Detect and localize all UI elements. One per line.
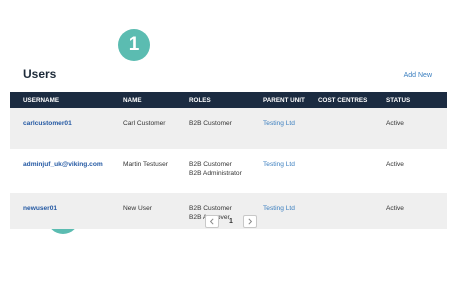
column-header-username: USERNAME xyxy=(10,92,123,108)
parent-unit-link[interactable]: Testing Ltd xyxy=(263,120,295,127)
cost-centres xyxy=(318,149,386,193)
role-label: B2B Customer xyxy=(189,161,232,168)
add-new-link[interactable]: Add New xyxy=(404,72,432,79)
username-link[interactable]: newuser01 xyxy=(23,205,57,212)
user-roles: B2B Customer B2B Administrator xyxy=(189,149,263,193)
user-roles: B2B Customer xyxy=(189,108,263,149)
pagination: 1 xyxy=(205,214,257,228)
column-header-status: STATUS xyxy=(386,92,447,108)
role-label: B2B Administrator xyxy=(189,170,242,177)
user-name: Martin Testuser xyxy=(123,149,189,193)
current-page-number[interactable]: 1 xyxy=(219,218,243,225)
previous-page-button[interactable] xyxy=(205,214,219,228)
status-text: Active xyxy=(386,149,447,193)
role-label: B2B Customer xyxy=(189,205,232,212)
chevron-right-icon xyxy=(248,217,253,225)
status-text: Active xyxy=(386,108,447,149)
user-name: New User xyxy=(123,193,189,229)
user-name: Carl Customer xyxy=(123,108,189,149)
table-header-row: USERNAME NAME ROLES PARENT UNIT COST CEN… xyxy=(10,92,447,108)
column-header-cost-centres: COST CENTRES xyxy=(318,92,386,108)
username-link[interactable]: carlcustomer01 xyxy=(23,120,72,127)
status-text: Active xyxy=(386,193,447,229)
cost-centres xyxy=(318,108,386,149)
username-link[interactable]: adminjuf_uk@viking.com xyxy=(23,161,103,168)
column-header-roles: ROLES xyxy=(189,92,263,108)
parent-unit-link[interactable]: Testing Ltd xyxy=(263,205,295,212)
cost-centres xyxy=(318,193,386,229)
next-page-button[interactable] xyxy=(243,214,257,228)
column-header-name: NAME xyxy=(123,92,189,108)
page-title: Users xyxy=(23,67,57,81)
table-row: carlcustomer01 Carl Customer B2B Custome… xyxy=(10,108,447,149)
table-row: adminjuf_uk@viking.com Martin Testuser B… xyxy=(10,149,447,193)
column-header-parent-unit: PARENT UNIT xyxy=(263,92,318,108)
chevron-left-icon xyxy=(209,217,214,225)
users-table: USERNAME NAME ROLES PARENT UNIT COST CEN… xyxy=(10,92,447,229)
role-label: B2B Customer xyxy=(189,120,232,127)
parent-unit-link[interactable]: Testing Ltd xyxy=(263,161,295,168)
callout-badge-1: 1 xyxy=(118,29,150,61)
